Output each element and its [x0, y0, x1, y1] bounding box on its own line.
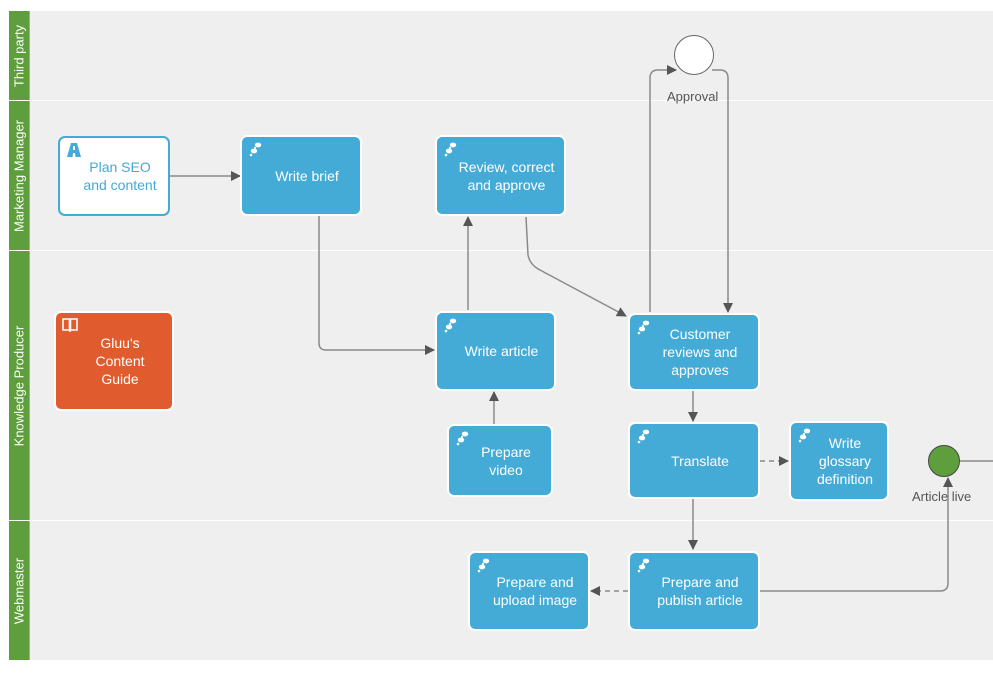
footsteps-icon: [637, 320, 650, 335]
road-icon: [67, 143, 81, 157]
event-label-approval: Approval: [667, 89, 719, 104]
event-label-article-live: Article live: [912, 489, 972, 504]
footsteps-icon: [249, 142, 262, 157]
task-prepare-upload-image[interactable]: Prepare and upload image: [468, 551, 590, 631]
task-label: Gluu's Content Guide: [95, 335, 145, 387]
footsteps-icon: [444, 318, 457, 333]
task-prepare-video[interactable]: Prepare video: [447, 424, 553, 497]
edge-approval-to-customer: [712, 69, 733, 313]
task-plan-seo[interactable]: Plan SEO and content: [58, 136, 170, 216]
edge-review-to-customer: [525, 216, 627, 317]
process-diagram: Third party Marketing Manager Knowledge …: [0, 0, 993, 673]
task-label: Write brief: [275, 167, 339, 184]
task-label: Prepare and publish article: [657, 574, 743, 608]
footsteps-icon: [456, 431, 469, 446]
task-translate[interactable]: Translate: [628, 422, 760, 499]
task-label: Translate: [671, 452, 729, 469]
task-label: Write article: [464, 343, 539, 359]
task-label: Write glossary definition: [816, 435, 874, 487]
footsteps-icon: [637, 429, 650, 444]
footsteps-icon: [477, 558, 490, 573]
task-label: Customer reviews and approves: [662, 326, 738, 378]
task-publish-article[interactable]: Prepare and publish article: [628, 551, 760, 631]
task-write-glossary[interactable]: Write glossary definition: [789, 421, 889, 501]
task-write-brief[interactable]: Write brief: [240, 135, 362, 216]
task-label: Prepare video: [481, 443, 531, 478]
task-label: Prepare and upload image: [492, 574, 578, 608]
event-approval[interactable]: [674, 35, 714, 75]
task-review[interactable]: Review, correct and approve: [435, 135, 566, 216]
edge-customer-to-approval: [649, 65, 677, 312]
task-customer-reviews[interactable]: Customer reviews and approves: [628, 313, 760, 391]
footsteps-icon: [798, 428, 811, 443]
edge-brief-to-article: [318, 216, 435, 355]
document-content-guide[interactable]: Gluu's Content Guide: [54, 311, 174, 411]
footsteps-icon: [444, 142, 457, 157]
task-write-article[interactable]: Write article: [435, 311, 556, 391]
book-icon: [62, 318, 78, 332]
task-label: Plan SEO and content: [83, 159, 157, 193]
task-label: Review, correct and approve: [458, 158, 555, 193]
event-article-live[interactable]: [928, 445, 960, 477]
footsteps-icon: [637, 558, 650, 573]
